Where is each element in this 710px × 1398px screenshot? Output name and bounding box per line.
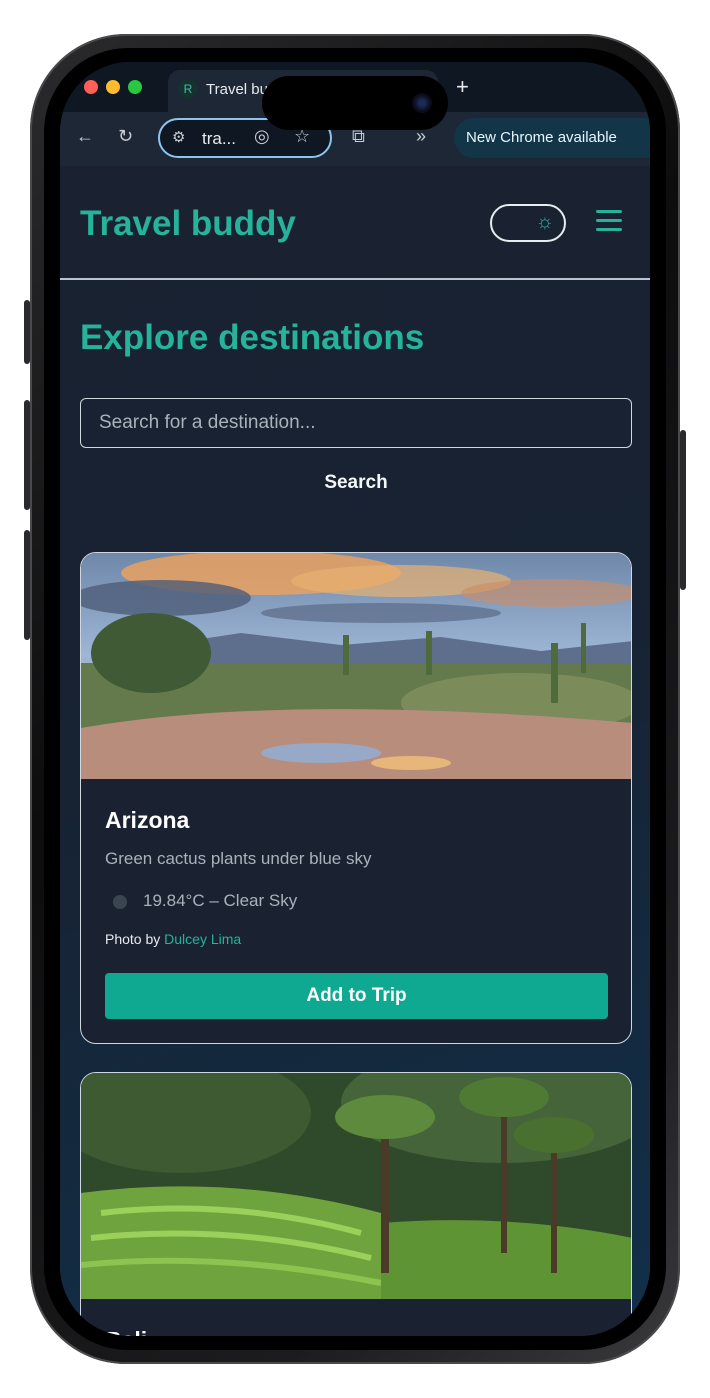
update-label: New Chrome available	[466, 129, 617, 146]
chrome-update-button[interactable]: New Chrome available ⋮	[454, 118, 650, 158]
photo-credit: Photo by Dulcey Lima	[105, 931, 241, 947]
phone-side-button	[24, 530, 30, 640]
search-button[interactable]: Search	[80, 472, 632, 494]
weather-icon	[113, 895, 127, 909]
credit-prefix: Photo by	[105, 931, 165, 947]
reload-icon[interactable]: ↻	[118, 126, 133, 147]
brand-logo-text[interactable]: Travel buddy	[80, 204, 296, 244]
card-title: Bali	[105, 1327, 147, 1336]
destination-card: Bali	[80, 1072, 632, 1336]
destination-search-input[interactable]	[80, 398, 632, 448]
add-to-trip-button[interactable]: Add to Trip	[105, 973, 608, 1019]
web-page: Travel buddy ☼ Explore destinations Sear…	[60, 166, 650, 1336]
page-title: Explore destinations	[80, 318, 425, 357]
close-window-button[interactable]	[84, 80, 98, 94]
destination-photo-bali	[81, 1073, 631, 1299]
site-settings-icon[interactable]: ⚙	[172, 128, 185, 146]
dynamic-island	[262, 76, 448, 130]
camera-icon	[412, 93, 432, 113]
weather-text: 19.84°C – Clear Sky	[143, 891, 298, 910]
more-vert-icon[interactable]: ⋮	[648, 118, 650, 158]
card-title: Arizona	[105, 807, 190, 833]
tab-title: Travel bu	[206, 81, 268, 98]
minimize-window-button[interactable]	[106, 80, 120, 94]
phone-side-button	[680, 430, 686, 590]
phone-side-button	[24, 300, 30, 364]
new-tab-button[interactable]: +	[456, 74, 469, 100]
sun-icon: ☼	[535, 211, 554, 233]
hamburger-menu-icon[interactable]	[596, 210, 622, 232]
photographer-link[interactable]: Dulcey Lima	[164, 931, 241, 947]
site-header: Travel buddy ☼	[60, 166, 650, 280]
favicon: R	[178, 79, 198, 99]
eye-off-icon[interactable]: ◎	[254, 126, 270, 147]
phone-screen: R Travel bu + ← ↻ ⚙ tra... ◎ ☆ ⧉ » New C…	[60, 62, 650, 1336]
zoom-window-button[interactable]	[128, 80, 142, 94]
back-arrow-icon[interactable]: ←	[76, 126, 94, 147]
theme-toggle[interactable]: ☼	[490, 204, 566, 242]
destination-photo-arizona	[81, 553, 631, 779]
url-text: tra...	[202, 129, 237, 148]
phone-side-button	[24, 400, 30, 510]
destination-card: Arizona Green cactus plants under blue s…	[80, 552, 632, 1044]
card-description: Green cactus plants under blue sky	[105, 849, 372, 868]
